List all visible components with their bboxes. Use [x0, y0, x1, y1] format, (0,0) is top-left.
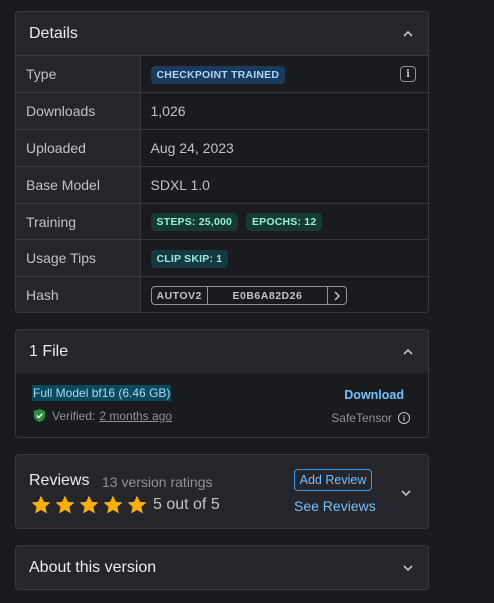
- details-row-downloads: Downloads 1,026: [16, 92, 428, 130]
- star-icon: [127, 495, 147, 514]
- row-label: Training: [16, 202, 141, 240]
- details-row-uploaded: Uploaded Aug 24, 2023: [16, 129, 428, 167]
- details-title: Details: [29, 24, 78, 42]
- star-icon: [79, 495, 99, 514]
- shield-check-icon: [33, 408, 46, 423]
- downloads-value: 1,026: [140, 92, 428, 130]
- info-circle-icon[interactable]: i: [398, 412, 410, 424]
- row-label: Uploaded: [16, 129, 141, 167]
- details-row-base-model: Base Model SDXL 1.0: [16, 165, 428, 204]
- hash-algo[interactable]: AUTOV2: [152, 287, 208, 305]
- chevron-down-icon[interactable]: [399, 486, 413, 500]
- row-label: Hash: [16, 276, 141, 312]
- hash-box[interactable]: AUTOV2 E0B6A82D26: [150, 286, 347, 306]
- steps-badge: STEPS: 25,000: [150, 213, 239, 232]
- verified-time-link[interactable]: 2 months ago: [99, 409, 172, 423]
- about-header[interactable]: About this version: [16, 546, 428, 589]
- files-title: 1 File: [29, 342, 69, 360]
- format-label: SafeTensor: [331, 411, 392, 425]
- reviews-title: Reviews: [29, 472, 90, 489]
- file-item: Full Model bf16 (6.46 GB) Download Verif…: [16, 373, 428, 437]
- row-label: Type: [16, 56, 141, 93]
- details-row-hash: Hash AUTOV2 E0B6A82D26: [16, 276, 428, 312]
- rating-text: 5 out of 5: [153, 496, 220, 513]
- about-title: About this version: [29, 558, 157, 576]
- reviews-panel: Reviews 13 version ratings 5 out of 5 Ad…: [15, 454, 429, 529]
- star-icon: [31, 495, 51, 514]
- hash-value[interactable]: E0B6A82D26: [208, 287, 328, 305]
- star-rating: [29, 493, 149, 517]
- details-row-type: Type CHECKPOINT TRAINED i: [16, 56, 428, 93]
- details-panel: Details Type CHECKPOINT TRAINED i Downlo…: [15, 11, 429, 313]
- details-table: Type CHECKPOINT TRAINED i Downloads 1,02…: [16, 56, 428, 312]
- type-badge: CHECKPOINT TRAINED: [150, 65, 286, 84]
- star-icon: [55, 495, 75, 514]
- ratings-count: 13 version ratings: [102, 474, 213, 490]
- add-review-button[interactable]: Add Review: [294, 469, 372, 491]
- base-model-value: SDXL 1.0: [140, 165, 428, 204]
- chevron-right-icon[interactable]: [328, 287, 346, 304]
- details-header[interactable]: Details: [16, 12, 428, 56]
- details-row-training: Training STEPS: 25,000 EPOCHS: 12: [16, 202, 428, 240]
- row-label: Base Model: [16, 165, 141, 204]
- clip-skip-badge: CLIP SKIP: 1: [150, 249, 229, 268]
- chevron-down-icon[interactable]: [401, 561, 415, 575]
- uploaded-value: Aug 24, 2023: [140, 129, 428, 167]
- files-panel: 1 File Full Model bf16 (6.46 GB) Downloa…: [15, 329, 429, 438]
- row-label: Usage Tips: [16, 239, 141, 277]
- epochs-badge: EPOCHS: 12: [245, 213, 323, 232]
- files-header[interactable]: 1 File: [16, 330, 428, 373]
- file-format: SafeTensor i: [331, 411, 410, 425]
- see-reviews-link[interactable]: See Reviews: [294, 498, 376, 514]
- file-name: Full Model bf16 (6.46 GB): [32, 385, 172, 401]
- row-label: Downloads: [16, 92, 141, 130]
- chevron-up-icon[interactable]: [401, 27, 415, 41]
- info-icon[interactable]: i: [400, 66, 416, 83]
- download-link[interactable]: Download: [344, 388, 404, 402]
- verified-label: Verified:: [52, 408, 96, 423]
- chevron-up-icon[interactable]: [401, 345, 415, 359]
- details-row-usage-tips: Usage Tips CLIP SKIP: 1: [16, 239, 428, 277]
- about-panel: About this version: [15, 545, 429, 590]
- star-icon: [103, 495, 123, 514]
